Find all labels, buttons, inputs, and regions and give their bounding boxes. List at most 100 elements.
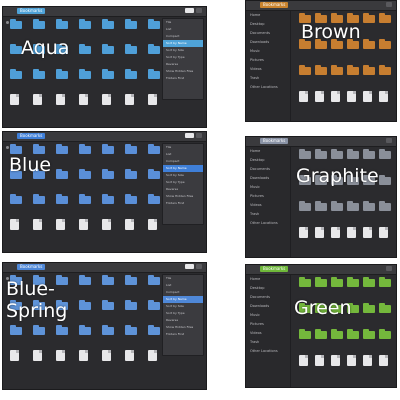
sidebar-item[interactable]: Other Locations: [246, 219, 290, 228]
menu-item[interactable]: Compact: [163, 33, 203, 40]
document-icon[interactable]: [379, 355, 388, 366]
menu-item[interactable]: Folders First: [163, 200, 203, 207]
folder-icon[interactable]: [347, 65, 359, 75]
folder-icon[interactable]: [56, 194, 68, 204]
folder-icon[interactable]: [315, 65, 327, 75]
folder-icon[interactable]: [102, 169, 114, 179]
document-icon[interactable]: [299, 227, 308, 238]
document-icon[interactable]: [10, 94, 19, 105]
folder-icon[interactable]: [363, 329, 375, 339]
folder-icon[interactable]: [299, 277, 311, 287]
menu-item[interactable]: Reverse: [163, 317, 203, 324]
folder-icon[interactable]: [79, 169, 91, 179]
folder-icon[interactable]: [102, 19, 114, 29]
folder-icon[interactable]: [102, 69, 114, 79]
folder-icon[interactable]: [299, 329, 311, 339]
folder-icon[interactable]: [347, 277, 359, 287]
folder-icon[interactable]: [148, 44, 160, 54]
sidebar-item[interactable]: Desktop: [246, 20, 290, 29]
sidebar-item[interactable]: Downloads: [246, 38, 290, 47]
folder-icon[interactable]: [148, 325, 160, 335]
menu-button[interactable]: [386, 138, 392, 143]
sidebar-item[interactable]: Other Locations: [246, 347, 290, 356]
sidebar-item[interactable]: Trash: [246, 74, 290, 83]
folder-icon[interactable]: [56, 69, 68, 79]
folder-icon[interactable]: [148, 144, 160, 154]
menu-item[interactable]: Sort by Type: [163, 310, 203, 317]
folder-icon[interactable]: [79, 275, 91, 285]
document-icon[interactable]: [33, 94, 42, 105]
sidebar-item[interactable]: Home: [246, 275, 290, 284]
window-titlebar[interactable]: Bookmarks: [246, 1, 396, 18]
document-icon[interactable]: [125, 94, 134, 105]
menu-item[interactable]: Sort by Name: [163, 40, 203, 47]
sidebar-item[interactable]: Home: [246, 11, 290, 20]
folder-icon[interactable]: [315, 329, 327, 339]
folder-icon[interactable]: [347, 201, 359, 211]
folder-icon[interactable]: [102, 194, 114, 204]
menu-item[interactable]: Sort by Size: [163, 47, 203, 54]
menu-button[interactable]: [386, 2, 392, 7]
folder-icon[interactable]: [379, 201, 391, 211]
folder-icon[interactable]: [79, 44, 91, 54]
document-icon[interactable]: [148, 350, 157, 361]
folder-icon[interactable]: [148, 300, 160, 310]
sidebar-item[interactable]: Trash: [246, 210, 290, 219]
folder-icon[interactable]: [379, 303, 391, 313]
menu-item[interactable]: List: [163, 282, 203, 289]
folder-icon[interactable]: [79, 300, 91, 310]
document-icon[interactable]: [347, 227, 356, 238]
close-icon[interactable]: [6, 146, 9, 149]
document-icon[interactable]: [299, 355, 308, 366]
folder-icon[interactable]: [331, 149, 343, 159]
menu-item[interactable]: Show Hidden Files: [163, 68, 203, 75]
document-icon[interactable]: [56, 94, 65, 105]
folder-icon[interactable]: [79, 194, 91, 204]
document-icon[interactable]: [379, 91, 388, 102]
sidebar-item[interactable]: Videos: [246, 329, 290, 338]
sidebar-item[interactable]: Pictures: [246, 56, 290, 65]
sidebar-item[interactable]: Music: [246, 183, 290, 192]
menu-item[interactable]: Sort by Type: [163, 179, 203, 186]
folder-icon[interactable]: [10, 69, 22, 79]
menu-item[interactable]: Compact: [163, 158, 203, 165]
folder-icon[interactable]: [33, 19, 45, 29]
sidebar-item[interactable]: Videos: [246, 65, 290, 74]
document-icon[interactable]: [315, 227, 324, 238]
folder-icon[interactable]: [102, 275, 114, 285]
menu-button[interactable]: [196, 133, 202, 138]
menu-item[interactable]: Sort by Name: [163, 296, 203, 303]
sidebar-item[interactable]: Desktop: [246, 284, 290, 293]
folder-icon[interactable]: [125, 19, 137, 29]
menu-item[interactable]: Folders First: [163, 75, 203, 82]
folder-icon[interactable]: [33, 69, 45, 79]
folder-icon[interactable]: [56, 19, 68, 29]
document-icon[interactable]: [148, 94, 157, 105]
window-titlebar[interactable]: Bookmarks: [246, 265, 396, 282]
window-titlebar[interactable]: Bookmarks: [3, 263, 206, 280]
document-icon[interactable]: [347, 91, 356, 102]
folder-icon[interactable]: [33, 194, 45, 204]
menu-item[interactable]: List: [163, 26, 203, 33]
folder-icon[interactable]: [102, 44, 114, 54]
folder-icon[interactable]: [125, 325, 137, 335]
sidebar-item[interactable]: Videos: [246, 201, 290, 210]
breadcrumb[interactable]: Bookmarks: [17, 264, 46, 270]
document-icon[interactable]: [10, 350, 19, 361]
sidebar-item[interactable]: Music: [246, 47, 290, 56]
menu-button[interactable]: [196, 264, 202, 269]
folder-icon[interactable]: [125, 275, 137, 285]
document-icon[interactable]: [347, 355, 356, 366]
folder-icon[interactable]: [56, 169, 68, 179]
document-icon[interactable]: [331, 227, 340, 238]
view-toggle-button[interactable]: [185, 133, 194, 138]
menu-item[interactable]: Tile: [163, 19, 203, 26]
folder-icon[interactable]: [299, 149, 311, 159]
document-icon[interactable]: [299, 91, 308, 102]
folder-icon[interactable]: [148, 19, 160, 29]
sidebar-item[interactable]: Documents: [246, 29, 290, 38]
folder-icon[interactable]: [102, 300, 114, 310]
document-icon[interactable]: [148, 219, 157, 230]
folder-icon[interactable]: [10, 325, 22, 335]
folder-icon[interactable]: [148, 194, 160, 204]
